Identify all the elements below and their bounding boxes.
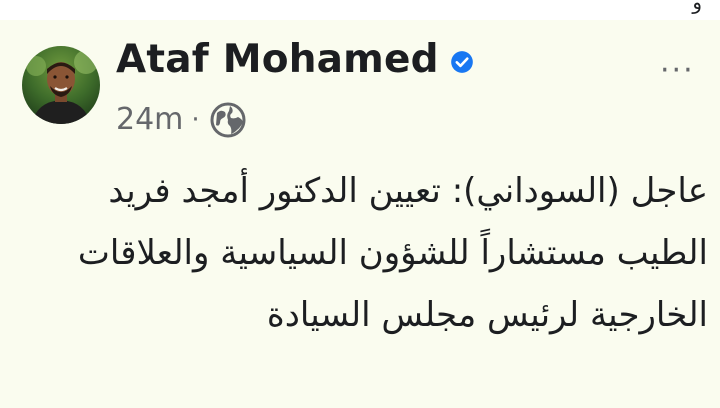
post-header: Ataf Mohamed <box>116 40 475 79</box>
verified-badge-icon <box>450 50 473 73</box>
author-name[interactable]: Ataf Mohamed <box>116 40 439 79</box>
facebook-post: Ataf Mohamed 24m · ··· عاجل (السوداني): … <box>0 20 720 408</box>
previous-post-edge: و <box>0 0 720 20</box>
more-options-button[interactable]: ··· <box>660 56 695 86</box>
previous-post-text-fragment: و <box>692 0 702 14</box>
avatar-photo <box>22 46 100 124</box>
post-meta: 24m · <box>116 100 248 140</box>
avatar[interactable] <box>22 46 100 124</box>
globe-icon[interactable] <box>208 100 248 140</box>
meta-separator: · <box>191 105 200 135</box>
post-text: عاجل (السوداني): تعيين الدكتور أمجد فريد… <box>77 171 708 335</box>
post-timestamp[interactable]: 24m <box>116 105 183 135</box>
